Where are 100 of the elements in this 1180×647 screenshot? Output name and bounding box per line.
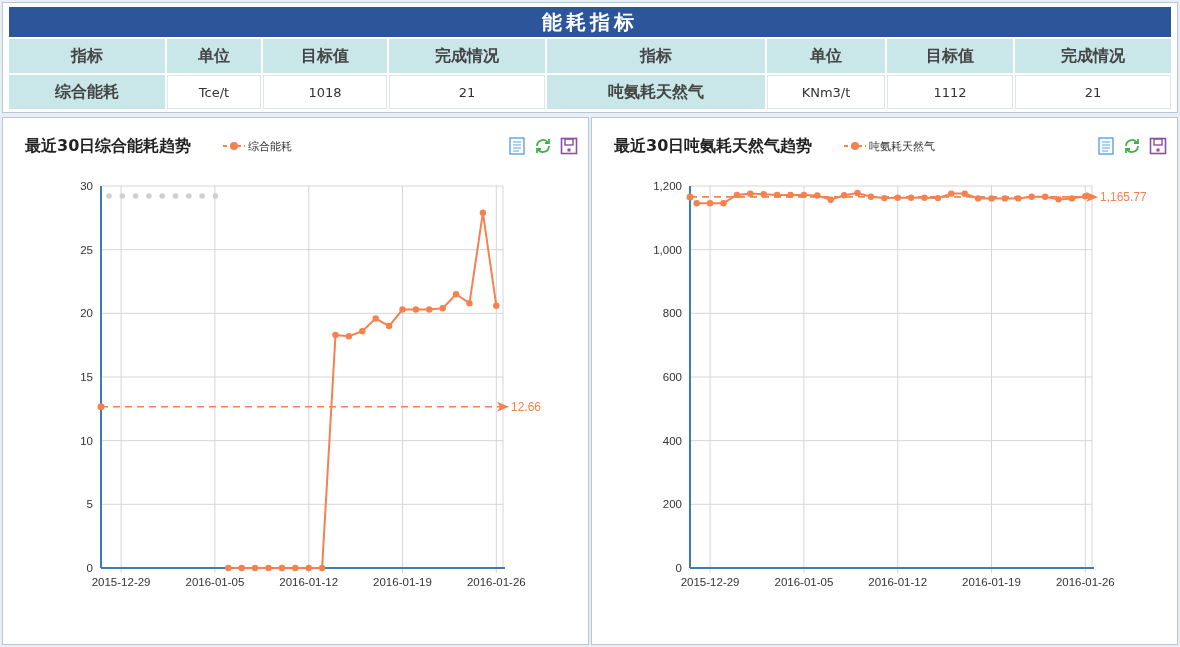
column-header: 完成情况 [1015, 39, 1171, 73]
data-point [787, 191, 794, 199]
legend-item[interactable]: 吨氨耗天然气 [844, 138, 936, 154]
x-tick-label: 2016-01-12 [868, 576, 928, 588]
x-tick-label: 2016-01-05 [185, 576, 245, 588]
column-header: 单位 [767, 39, 885, 73]
data-point [292, 564, 299, 572]
data-point [1001, 195, 1009, 202]
data-point [840, 192, 848, 199]
data-point [278, 564, 286, 572]
data-point [894, 194, 901, 201]
data-point [372, 315, 379, 322]
y-tick-label: 5 [86, 498, 93, 511]
x-tick-label: 2016-01-26 [466, 576, 526, 588]
x-tick-label: 2016-01-26 [1055, 576, 1115, 588]
data-point [225, 564, 232, 572]
column-header: 完成情况 [389, 39, 545, 73]
data-point [867, 193, 875, 200]
table-cell: 21 [389, 75, 545, 109]
average-label: 1,165.77 [1100, 189, 1147, 204]
data-point [760, 191, 767, 198]
table-cell: 21 [1015, 75, 1171, 109]
data-point [934, 194, 942, 202]
y-tick-label: 200 [662, 498, 682, 511]
save-icon[interactable] [560, 137, 578, 155]
data-point [305, 564, 312, 572]
data-point [1015, 195, 1022, 202]
column-header: 目标值 [263, 39, 387, 73]
x-tick-label: 2016-01-19 [962, 576, 1021, 588]
data-point [720, 200, 727, 207]
x-tick-label: 2016-01-12 [279, 576, 339, 588]
x-tick-label: 2015-12-29 [91, 576, 151, 588]
table-cell: KNm3/t [767, 75, 885, 109]
legend-line-icon [223, 141, 246, 151]
data-point [332, 331, 339, 339]
x-tick-label: 2016-01-19 [373, 576, 432, 588]
data-point [921, 194, 928, 201]
column-header: 目标值 [887, 39, 1013, 73]
data-point [854, 189, 861, 197]
data-point [706, 200, 714, 207]
y-tick-label: 400 [662, 434, 682, 447]
chart-title: 最近30日吨氨耗天然气趋势 [614, 135, 813, 157]
column-header: 单位 [167, 39, 261, 73]
refresh-icon[interactable] [534, 137, 552, 155]
y-tick-label: 10 [80, 434, 93, 447]
data-point [1068, 195, 1076, 202]
data-point [827, 196, 834, 203]
data-point [238, 564, 245, 572]
legend-item[interactable]: 综合能耗 [223, 138, 293, 154]
column-header: 指标 [547, 39, 765, 73]
table-cell: 1112 [887, 75, 1013, 109]
data-point [693, 200, 700, 207]
y-tick-label: 600 [662, 371, 682, 383]
data-point [988, 195, 995, 202]
table-cell: 1018 [263, 75, 387, 109]
y-tick-label: 1,000 [653, 243, 682, 256]
data-point [479, 209, 487, 216]
data-point [345, 333, 353, 340]
data-point [466, 299, 473, 307]
data-point [747, 190, 754, 197]
data-point [1041, 193, 1049, 200]
save-icon[interactable] [1149, 137, 1167, 155]
column-header: 指标 [9, 39, 165, 73]
average-label: 12.66 [511, 399, 542, 414]
y-tick-label: 15 [80, 371, 93, 383]
data-point [452, 291, 460, 298]
y-tick-label: 30 [80, 180, 93, 192]
data-point [265, 564, 272, 572]
data-point [1082, 193, 1089, 200]
x-tick-label: 2016-01-05 [774, 576, 834, 588]
data-point [1055, 196, 1062, 203]
table-cell: 综合能耗 [9, 75, 165, 109]
chart-title: 最近30日综合能耗趋势 [25, 135, 192, 157]
data-view-icon[interactable] [1097, 137, 1115, 155]
refresh-icon[interactable] [1123, 137, 1141, 155]
data-point [974, 195, 982, 202]
data-point [773, 191, 781, 199]
table-cell: Tce/t [167, 75, 261, 109]
data-point [814, 192, 821, 199]
data-point [318, 564, 326, 572]
data-point [907, 194, 915, 201]
data-point [881, 194, 888, 202]
legend-line-icon [844, 141, 867, 151]
data-point [948, 190, 955, 197]
data-point [412, 306, 420, 313]
data-point [733, 191, 741, 199]
table-cell: 吨氨耗天然气 [547, 75, 765, 109]
data-point [439, 305, 446, 312]
y-tick-label: 25 [80, 243, 93, 256]
x-tick-label: 2015-12-29 [680, 576, 740, 588]
data-point [426, 306, 433, 313]
data-view-icon[interactable] [508, 137, 526, 155]
data-point [961, 190, 968, 197]
data-point [800, 191, 808, 199]
header-title: 能耗指标 [9, 7, 1171, 37]
data-point [493, 302, 500, 309]
y-tick-label: 1,200 [653, 180, 682, 192]
data-point [385, 322, 393, 330]
data-point [399, 306, 406, 313]
data-point [251, 564, 259, 572]
